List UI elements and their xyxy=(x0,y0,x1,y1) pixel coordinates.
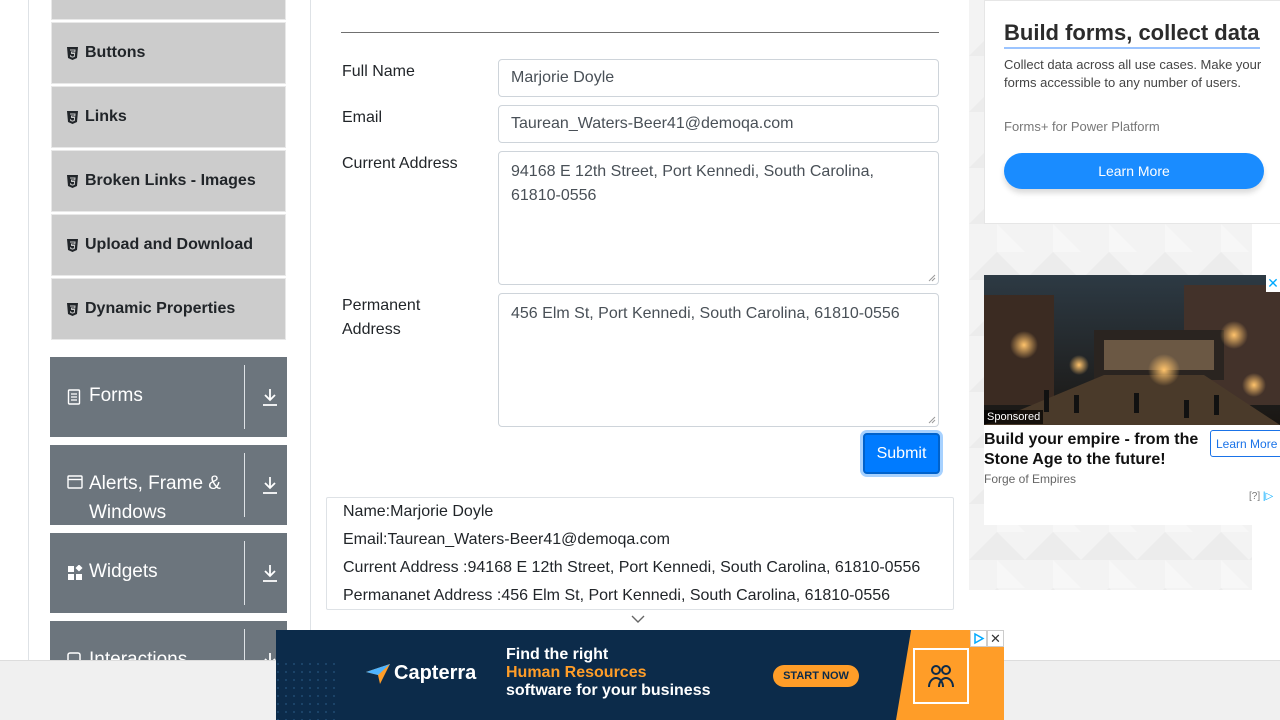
sidebar-group-widgets[interactable]: Widgets xyxy=(50,533,287,613)
download-icon[interactable] xyxy=(261,475,279,495)
full-name-input[interactable]: Marjorie Doyle xyxy=(498,59,939,97)
sidebar-item-links[interactable]: Links xyxy=(51,86,286,148)
sidebar-item-label: Upload and Download xyxy=(85,236,253,253)
download-icon[interactable] xyxy=(261,387,279,407)
html5-icon xyxy=(65,46,79,60)
group-label: Widgets xyxy=(89,561,158,582)
group-label: Alerts, Frame & Windows xyxy=(89,473,221,523)
chevron-down-icon[interactable] xyxy=(631,614,645,624)
headline-line: Find the right xyxy=(506,646,609,663)
ad-title[interactable]: Build forms, collect data xyxy=(1004,19,1260,49)
output-email: Email:Taurean_Waters-Beer41@demoqa.com xyxy=(343,531,670,548)
sidebar-item-label: Buttons xyxy=(85,44,146,61)
full-name-value: Marjorie Doyle xyxy=(511,69,615,86)
ad-image[interactable] xyxy=(984,275,1280,425)
current-address-label: Current Address xyxy=(342,155,458,172)
ad-source[interactable]: Forge of Empires xyxy=(984,472,1076,486)
adchoices-icon[interactable] xyxy=(970,630,987,647)
html5-icon xyxy=(65,174,79,188)
submit-button[interactable]: Submit xyxy=(863,433,940,474)
ad-learn-more-button[interactable]: Learn More xyxy=(1210,430,1280,457)
headline-line: Human Resources xyxy=(506,664,647,681)
banner-headline: Find the right Human Resources software … xyxy=(506,646,711,700)
headline-line: software for your business xyxy=(506,682,711,699)
sidebar-item-label: Dynamic Properties xyxy=(85,300,236,317)
sidebar-border xyxy=(28,0,29,660)
email-input[interactable]: Taurean_Waters-Beer41@demoqa.com xyxy=(498,105,939,143)
html5-icon xyxy=(65,110,79,124)
ad-description: Collect data across all use cases. Make … xyxy=(1004,57,1262,90)
ad-headline[interactable]: Build your empire - from the Stone Age t… xyxy=(984,430,1204,470)
sidebar-group-forms[interactable]: Forms xyxy=(50,357,287,437)
sidebar-group-interactions[interactable]: Interactions xyxy=(50,621,287,661)
current-address-textarea[interactable]: 94168 E 12th Street, Port Kennedi, South… xyxy=(498,151,939,285)
permanent-address-textarea[interactable]: 456 Elm St, Port Kennedi, South Carolina… xyxy=(498,293,939,427)
window-icon xyxy=(67,445,83,525)
ad-close-icon[interactable]: ✕ xyxy=(1266,275,1280,292)
label-line: Permanent xyxy=(342,297,421,314)
sidebar-item-label: Broken Links - Images xyxy=(85,172,256,189)
divider xyxy=(244,629,245,661)
permanent-address-label: Permanent Address xyxy=(342,294,420,342)
capterra-logo: Capterra xyxy=(366,662,476,685)
html5-icon xyxy=(65,302,79,316)
banner-dots xyxy=(276,660,336,720)
divider xyxy=(244,541,245,605)
sidebar-item-buttons[interactable]: Buttons xyxy=(51,22,286,84)
output-name: Name:Marjorie Doyle xyxy=(343,503,494,520)
document-icon xyxy=(67,357,81,437)
download-icon[interactable] xyxy=(261,563,279,583)
divider xyxy=(244,365,245,429)
label-line: Address xyxy=(342,321,401,338)
email-value: Taurean_Waters-Beer41@demoqa.com xyxy=(511,115,794,132)
output-box: Name:Marjorie Doyle Email:Taurean_Waters… xyxy=(326,497,954,610)
sidebar-item-label: Links xyxy=(85,108,127,125)
ad-card-game[interactable] xyxy=(984,275,1280,525)
form-divider xyxy=(341,32,939,33)
banner-close-icon[interactable]: ✕ xyxy=(987,630,1004,647)
resize-handle-icon[interactable] xyxy=(928,274,936,282)
full-name-label: Full Name xyxy=(342,63,415,80)
capterra-arrow-icon xyxy=(366,663,390,684)
ad-learn-more-button[interactable]: Learn More xyxy=(1004,153,1264,189)
sidebar-item-partial[interactable] xyxy=(51,0,286,20)
divider xyxy=(244,453,245,517)
html5-icon xyxy=(65,238,79,252)
widgets-icon xyxy=(67,533,83,613)
ad-info-text: [?] xyxy=(1249,491,1261,502)
sidebar-group-alerts[interactable]: Alerts, Frame & Windows xyxy=(50,445,287,525)
permanent-address-value: 456 Elm St, Port Kennedi, South Carolina… xyxy=(511,305,900,322)
email-label: Email xyxy=(342,109,383,126)
adchoices-icon: |▷ xyxy=(1262,491,1274,502)
people-icon xyxy=(913,648,969,704)
resize-handle-icon[interactable] xyxy=(928,416,936,424)
sidebar-item-upload-download[interactable]: Upload and Download xyxy=(51,214,286,276)
sidebar-item-dynamic-properties[interactable]: Dynamic Properties xyxy=(51,278,286,340)
sidebar-item-broken-links[interactable]: Broken Links - Images xyxy=(51,150,286,212)
output-permanent-address: Permananet Address :456 Elm St, Port Ken… xyxy=(343,587,891,604)
ad-info[interactable]: [?] |▷ xyxy=(1249,491,1273,502)
group-label: Forms xyxy=(89,385,143,406)
column-divider xyxy=(310,0,311,660)
ad-subtitle: Forms+ for Power Platform xyxy=(1004,119,1160,134)
banner-ad[interactable]: Capterra Find the right Human Resources … xyxy=(276,630,1004,720)
current-address-value: 94168 E 12th Street, Port Kennedi, South… xyxy=(511,163,874,204)
banner-start-button[interactable]: START NOW xyxy=(773,665,859,687)
brand-name: Capterra xyxy=(394,662,477,684)
output-current-address: Current Address :94168 E 12th Street, Po… xyxy=(343,559,921,576)
group-label: Interactions xyxy=(89,649,188,661)
sponsored-label: Sponsored xyxy=(984,410,1044,424)
